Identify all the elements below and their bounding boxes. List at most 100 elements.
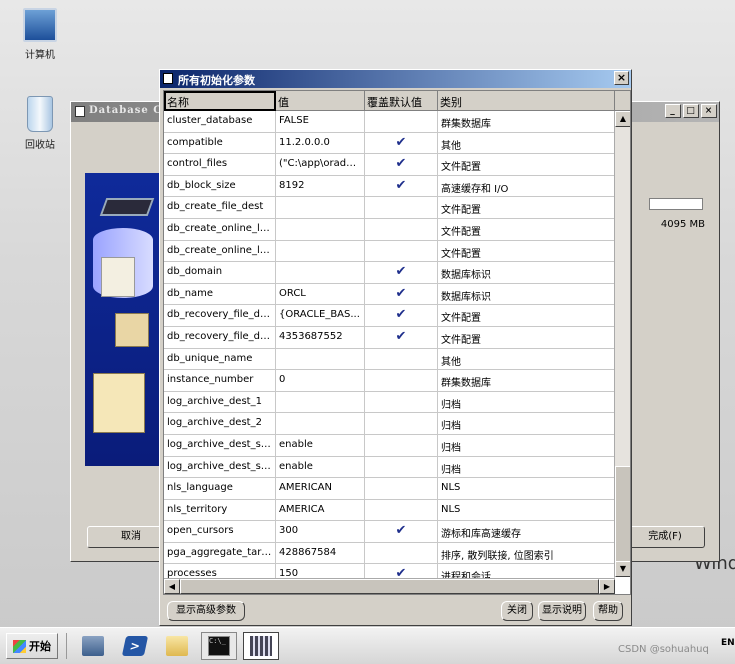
param-name-cell: control_files [164, 154, 276, 175]
language-indicator[interactable]: EN [721, 638, 735, 648]
close-icon[interactable]: × [614, 71, 629, 85]
param-name-cell: db_domain [164, 262, 276, 283]
table-row[interactable]: control_files ("C:\app\oradat... ✔ 文件配置 [164, 154, 615, 176]
table-row[interactable]: db_name ORCL ✔ 数据库标识 [164, 283, 615, 306]
dialog-titlebar[interactable]: 所有初始化参数 × [160, 70, 631, 88]
show-description-button[interactable]: 显示说明 [538, 601, 586, 621]
param-name-cell: db_name [164, 283, 276, 305]
column-header-name[interactable]: 名称 [164, 91, 276, 111]
param-value-cell[interactable]: enable [276, 434, 365, 456]
param-name-cell: compatible [164, 132, 276, 154]
desktop-icon-computer[interactable]: 计算机 [10, 8, 70, 61]
table-header: 名称 值 覆盖默认值 类别 [164, 91, 630, 111]
param-value-cell[interactable] [276, 262, 365, 283]
param-category-cell: 群集数据库 [438, 370, 615, 391]
param-category-cell: 归档 [438, 456, 615, 478]
param-value-cell[interactable]: 4353687552 [276, 326, 365, 348]
param-category-cell: 归档 [438, 434, 615, 456]
horizontal-scroll-thumb[interactable] [180, 579, 599, 594]
table-row[interactable]: log_archive_dest_st... enable 归档 [164, 434, 615, 457]
vertical-scrollbar[interactable]: ▲ ▼ [614, 111, 630, 577]
param-category-cell: 其他 [438, 132, 615, 154]
param-name-cell: nls_language [164, 478, 276, 499]
table-row[interactable]: cluster_database FALSE 群集数据库 [164, 111, 615, 133]
param-value-cell[interactable] [276, 348, 365, 370]
param-category-cell: 文件配置 [438, 305, 615, 326]
table-row[interactable]: db_create_online_lo... 文件配置 [164, 240, 615, 263]
table-row[interactable]: compatible 11.2.0.0.0 ✔ 其他 [164, 132, 615, 155]
column-header-value[interactable]: 值 [276, 91, 365, 111]
table-row[interactable]: db_create_online_lo... 文件配置 [164, 218, 615, 241]
taskbar-explorer[interactable] [159, 632, 195, 660]
param-value-cell[interactable]: 11.2.0.0.0 [276, 132, 365, 154]
taskbar-command-prompt[interactable]: C:\_ [201, 632, 237, 660]
table-row[interactable]: db_domain ✔ 数据库标识 [164, 262, 615, 284]
param-value-cell[interactable]: AMERICAN [276, 478, 365, 499]
table-row[interactable]: nls_territory AMERICA NLS [164, 499, 615, 522]
table-row[interactable]: db_unique_name 其他 [164, 348, 615, 371]
scroll-left-icon[interactable]: ◀ [164, 579, 180, 594]
override-checkmark-cell [365, 197, 438, 218]
override-checkmark-cell: ✔ [365, 521, 438, 542]
start-button[interactable]: 开始 [6, 633, 58, 659]
show-advanced-params-button[interactable]: 显示高级参数 [167, 601, 245, 621]
param-category-cell: 其他 [438, 348, 615, 370]
param-value-cell[interactable]: 300 [276, 521, 365, 542]
param-value-cell[interactable] [276, 391, 365, 413]
taskbar-server-manager[interactable] [75, 632, 111, 660]
param-category-cell: 排序, 散列联接, 位图索引 [438, 542, 615, 564]
vertical-scroll-thumb[interactable] [615, 466, 630, 562]
finish-button[interactable]: 完成(F) [625, 526, 705, 548]
document-icon [101, 257, 135, 297]
param-value-cell[interactable] [276, 413, 365, 434]
table-row[interactable]: db_block_size 8192 ✔ 高速缓存和 I/O [164, 175, 615, 198]
table-row[interactable]: db_recovery_file_dest {ORACLE_BAS... ✔ 文件配置 [164, 305, 615, 327]
scroll-down-icon[interactable]: ▼ [615, 561, 630, 577]
desktop-icon-recycle-bin[interactable]: 回收站 [10, 96, 70, 151]
taskbar-powershell[interactable]: > [117, 632, 153, 660]
param-name-cell: log_archive_dest_st... [164, 456, 276, 478]
table-row[interactable]: log_archive_dest_2 归档 [164, 413, 615, 435]
scroll-right-icon[interactable]: ▶ [599, 579, 615, 594]
param-value-cell[interactable]: 0 [276, 370, 365, 391]
taskbar-dbca[interactable] [243, 632, 279, 660]
param-value-cell[interactable]: 428867584 [276, 542, 365, 564]
param-value-cell[interactable]: enable [276, 456, 365, 478]
help-button[interactable]: 帮助 [593, 601, 623, 621]
table-row[interactable]: instance_number 0 群集数据库 [164, 370, 615, 392]
wizard-illustration [85, 173, 160, 466]
param-value-cell[interactable] [276, 197, 365, 218]
close-button[interactable]: 关闭 [501, 601, 533, 621]
param-category-cell: 文件配置 [438, 154, 615, 175]
minimize-button[interactable]: _ [665, 104, 681, 118]
dialog-title: 所有初始化参数 [178, 74, 255, 87]
maximize-button[interactable]: □ [683, 104, 699, 118]
column-header-category[interactable]: 类别 [438, 91, 615, 111]
table-row[interactable]: db_recovery_file_de... 4353687552 ✔ 文件配置 [164, 326, 615, 349]
override-checkmark-cell [365, 499, 438, 521]
param-name-cell: log_archive_dest_1 [164, 391, 276, 413]
horizontal-scrollbar[interactable]: ◀ ▶ [164, 578, 615, 594]
table-row[interactable]: db_create_file_dest 文件配置 [164, 197, 615, 219]
column-header-override[interactable]: 覆盖默认值 [365, 91, 438, 111]
param-value-cell[interactable] [276, 218, 365, 240]
scroll-up-icon[interactable]: ▲ [615, 111, 630, 127]
param-value-cell[interactable]: 8192 [276, 175, 365, 197]
param-value-cell[interactable]: ("C:\app\oradat... [276, 154, 365, 175]
param-value-cell[interactable]: ORCL [276, 283, 365, 305]
override-checkmark-cell [365, 391, 438, 413]
table-row[interactable]: log_archive_dest_1 归档 [164, 391, 615, 414]
param-value-cell[interactable]: FALSE [276, 111, 365, 132]
table-row[interactable]: log_archive_dest_st... enable 归档 [164, 456, 615, 479]
table-row[interactable]: open_cursors 300 ✔ 游标和库高速缓存 [164, 521, 615, 543]
param-value-cell[interactable]: {ORACLE_BAS... [276, 305, 365, 326]
param-value-cell[interactable] [276, 240, 365, 262]
command-prompt-icon: C:\_ [208, 636, 230, 656]
override-checkmark-cell [365, 218, 438, 240]
override-checkmark-cell [365, 478, 438, 499]
table-row[interactable]: pga_aggregate_target 428867584 排序, 散列联接, 位… [164, 542, 615, 565]
table-row[interactable]: nls_language AMERICAN NLS [164, 478, 615, 500]
param-value-cell[interactable]: AMERICA [276, 499, 365, 521]
close-button[interactable]: × [701, 104, 717, 118]
computer-icon [23, 8, 57, 42]
